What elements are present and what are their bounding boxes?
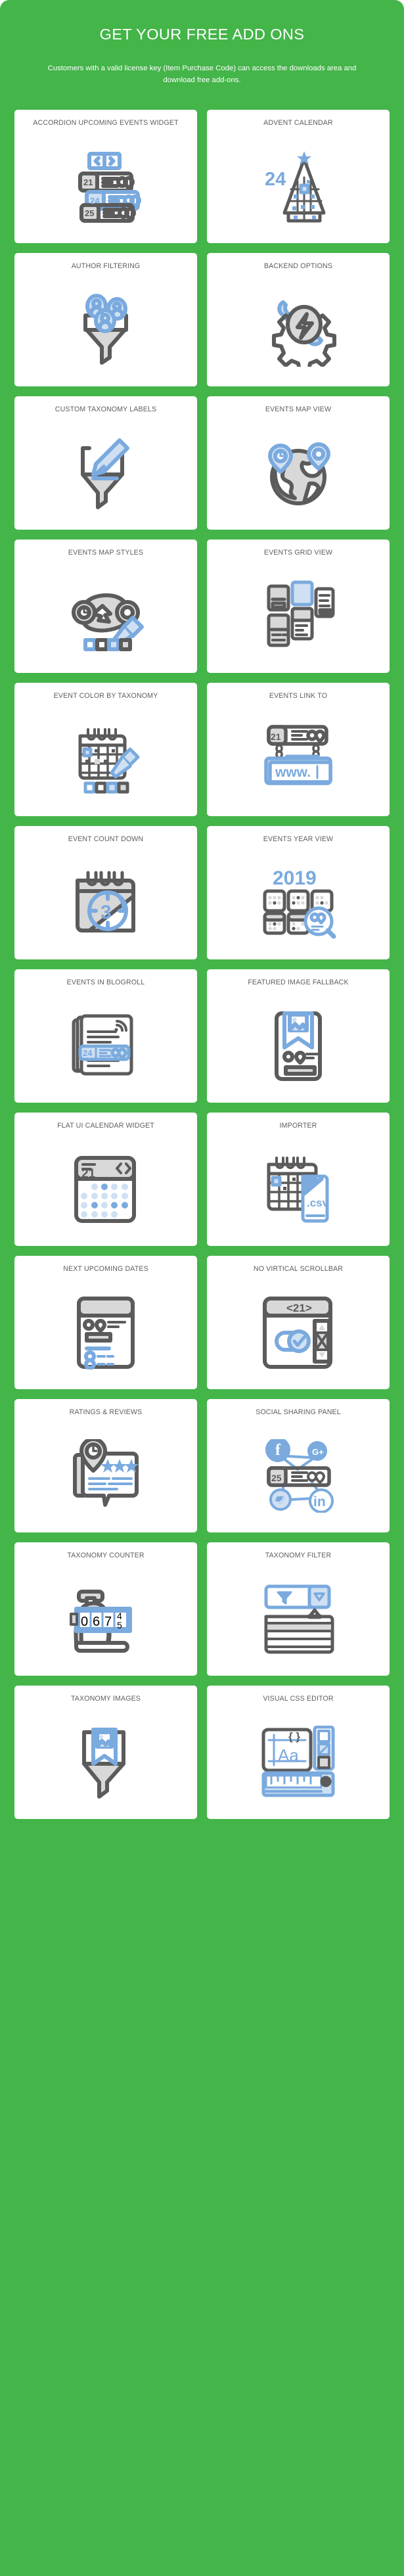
svg-text:7: 7: [104, 1615, 112, 1629]
svg-text:24: 24: [265, 169, 286, 190]
addon-card[interactable]: EVENTS IN BLOGROLL 24: [14, 969, 197, 1103]
svg-text:0: 0: [81, 1615, 88, 1629]
addon-card[interactable]: RATINGS & REVIEWS: [14, 1399, 197, 1533]
gear-wrench-bolt-icon: [212, 281, 384, 381]
addon-card-title: EVENT COLOR BY TAXONOMY: [53, 692, 158, 701]
addon-card[interactable]: TAXONOMY COUNTER 0 6 7 4 5: [14, 1542, 197, 1676]
addon-card-title: AUTHOR FILTERING: [71, 262, 141, 271]
grid-cards-icon: [212, 568, 384, 668]
addon-card[interactable]: SOCIAL SHARING PANEL f G+ ♡ in: [207, 1399, 390, 1533]
addon-card[interactable]: TAXONOMY IMAGES: [14, 1686, 197, 1820]
svg-text:6: 6: [93, 1615, 100, 1629]
addon-card-title: EVENTS GRID VIEW: [263, 549, 333, 557]
svg-text:www.: www.: [275, 765, 311, 780]
addon-card[interactable]: EVENT COUNT DOWN 3: [14, 826, 197, 960]
svg-text:2019: 2019: [273, 867, 317, 889]
upcoming-dates-list-icon: [20, 1284, 192, 1384]
addon-card-title: TAXONOMY COUNTER: [67, 1552, 145, 1560]
addon-card[interactable]: IMPORTER .csv: [207, 1113, 390, 1247]
addon-card[interactable]: AUTHOR FILTERING: [14, 253, 197, 387]
addon-card[interactable]: TAXONOMY FILTER: [207, 1542, 390, 1676]
addon-card-title: SOCIAL SHARING PANEL: [256, 1408, 341, 1417]
addons-grid: ACCORDION UPCOMING EVENTS WIDGET 21 24 2…: [14, 110, 390, 1820]
accordion-events-icon: 21 24 25: [20, 138, 192, 238]
addon-card[interactable]: ACCORDION UPCOMING EVENTS WIDGET 21 24 2…: [14, 110, 197, 244]
svg-text:3: 3: [101, 902, 112, 923]
flat-calendar-dots-icon: 21: [20, 1141, 192, 1241]
addon-card-title: NO VIRTICAL SCROLLBAR: [253, 1265, 344, 1274]
no-scrollbar-toggle-icon: <21>: [212, 1284, 384, 1384]
addon-card[interactable]: FLAT UI CALENDAR WIDGET 21: [14, 1113, 197, 1247]
funnel-pencil-icon: [20, 425, 192, 524]
addon-card-title: TAXONOMY FILTER: [265, 1552, 332, 1560]
addon-card-title: ACCORDION UPCOMING EVENTS WIDGET: [33, 119, 179, 127]
addon-card[interactable]: EVENTS YEAR VIEW 2019: [207, 826, 390, 960]
phone-bookmark-image-icon: [212, 998, 384, 1097]
page-header: GET YOUR FREE ADD ONS Customers with a v…: [0, 0, 404, 86]
addon-card-title: EVENTS IN BLOGROLL: [66, 978, 145, 987]
addon-card-title: IMPORTER: [279, 1122, 317, 1130]
svg-text:Aa: Aa: [278, 1745, 299, 1765]
year-months-magnifier-icon: 2019: [212, 854, 384, 954]
calendar-paint-swatches-icon: [20, 711, 192, 811]
addon-card-title: VISUAL CSS EDITOR: [263, 1695, 334, 1703]
author-filter-funnel-icon: [20, 281, 192, 381]
svg-text:21: 21: [81, 1167, 96, 1181]
globe-pins-icon: [212, 425, 384, 524]
svg-text:21: 21: [271, 731, 281, 742]
funnel-image-bookmark-icon: [20, 1714, 192, 1814]
svg-text:{ }: { }: [288, 1730, 300, 1743]
review-bubble-stars-icon: [20, 1427, 192, 1527]
calendar-csv-import-icon: .csv: [212, 1141, 384, 1241]
addon-card-title: EVENTS YEAR VIEW: [263, 835, 334, 844]
svg-text:25: 25: [85, 208, 94, 218]
addon-card-title: RATINGS & REVIEWS: [69, 1408, 143, 1417]
svg-text:25: 25: [271, 1473, 282, 1483]
addon-card-title: EVENTS MAP VIEW: [265, 405, 332, 414]
addon-card[interactable]: NO VIRTICAL SCROLLBAR <21>: [207, 1256, 390, 1390]
map-paint-swatches-icon: [20, 568, 192, 668]
page-title: GET YOUR FREE ADD ONS: [99, 26, 305, 43]
addon-card[interactable]: EVENTS GRID VIEW: [207, 540, 390, 674]
addon-card-title: BACKEND OPTIONS: [263, 262, 333, 271]
addon-card[interactable]: EVENTS LINK TO 21 www.: [207, 683, 390, 817]
addon-card-title: ADVENT CALENDAR: [263, 119, 333, 127]
addon-card[interactable]: ADVENT CALENDAR 24: [207, 110, 390, 244]
css-editor-ruler-icon: { } Aa: [212, 1714, 384, 1814]
addon-card[interactable]: VISUAL CSS EDITOR {} Aa: [207, 1686, 390, 1820]
social-share-network-icon: f G+ ♡ in 25: [212, 1427, 384, 1527]
addon-card-title: TAXONOMY IMAGES: [70, 1695, 141, 1703]
svg-text:f: f: [275, 1442, 281, 1459]
svg-text:24: 24: [90, 196, 100, 206]
addon-card-title: FLAT UI CALENDAR WIDGET: [57, 1122, 154, 1130]
page-subtitle: Customers with a valid license key (Item…: [47, 64, 357, 84]
addon-card[interactable]: CUSTOM TAXONOMY LABELS: [14, 396, 197, 530]
addon-card-title: FEATURED IMAGE FALLBACK: [248, 978, 349, 987]
svg-text:24: 24: [83, 1048, 93, 1058]
addon-card-title: EVENT COUNT DOWN: [68, 835, 144, 844]
addon-card[interactable]: EVENTS MAP VIEW: [207, 396, 390, 530]
newspaper-rss-icon: 24: [20, 998, 192, 1097]
addon-card-title: EVENTS MAP STYLES: [68, 549, 144, 557]
hanging-url-sign-icon: 21 www.: [212, 711, 384, 811]
free-addons-page: GET YOUR FREE ADD ONS Customers with a v…: [0, 0, 404, 2576]
filter-dropdown-icon: [212, 1571, 384, 1670]
svg-text:5: 5: [117, 1620, 122, 1630]
advent-calendar-icon: 24: [212, 138, 384, 238]
svg-text:.csv: .csv: [307, 1197, 329, 1209]
addon-card[interactable]: NEXT UPCOMING DATES: [14, 1256, 197, 1390]
mechanical-counter-icon: 0 6 7 4 5: [20, 1571, 192, 1670]
svg-text:in: in: [313, 1494, 326, 1509]
addon-card-title: NEXT UPCOMING DATES: [63, 1265, 148, 1274]
addon-card[interactable]: BACKEND OPTIONS: [207, 253, 390, 387]
addon-card[interactable]: EVENT COLOR BY TAXONOMY: [14, 683, 197, 817]
calendar-countdown-icon: 3: [20, 854, 192, 954]
addon-card[interactable]: EVENTS MAP STYLES: [14, 540, 197, 674]
addon-card-title: CUSTOM TAXONOMY LABELS: [55, 405, 157, 414]
addon-card-title: EVENTS LINK TO: [269, 692, 328, 701]
svg-text:<21>: <21>: [286, 1302, 312, 1314]
addon-card[interactable]: FEATURED IMAGE FALLBACK: [207, 969, 390, 1103]
svg-text:G+: G+: [312, 1447, 324, 1457]
svg-text:21: 21: [83, 177, 93, 187]
